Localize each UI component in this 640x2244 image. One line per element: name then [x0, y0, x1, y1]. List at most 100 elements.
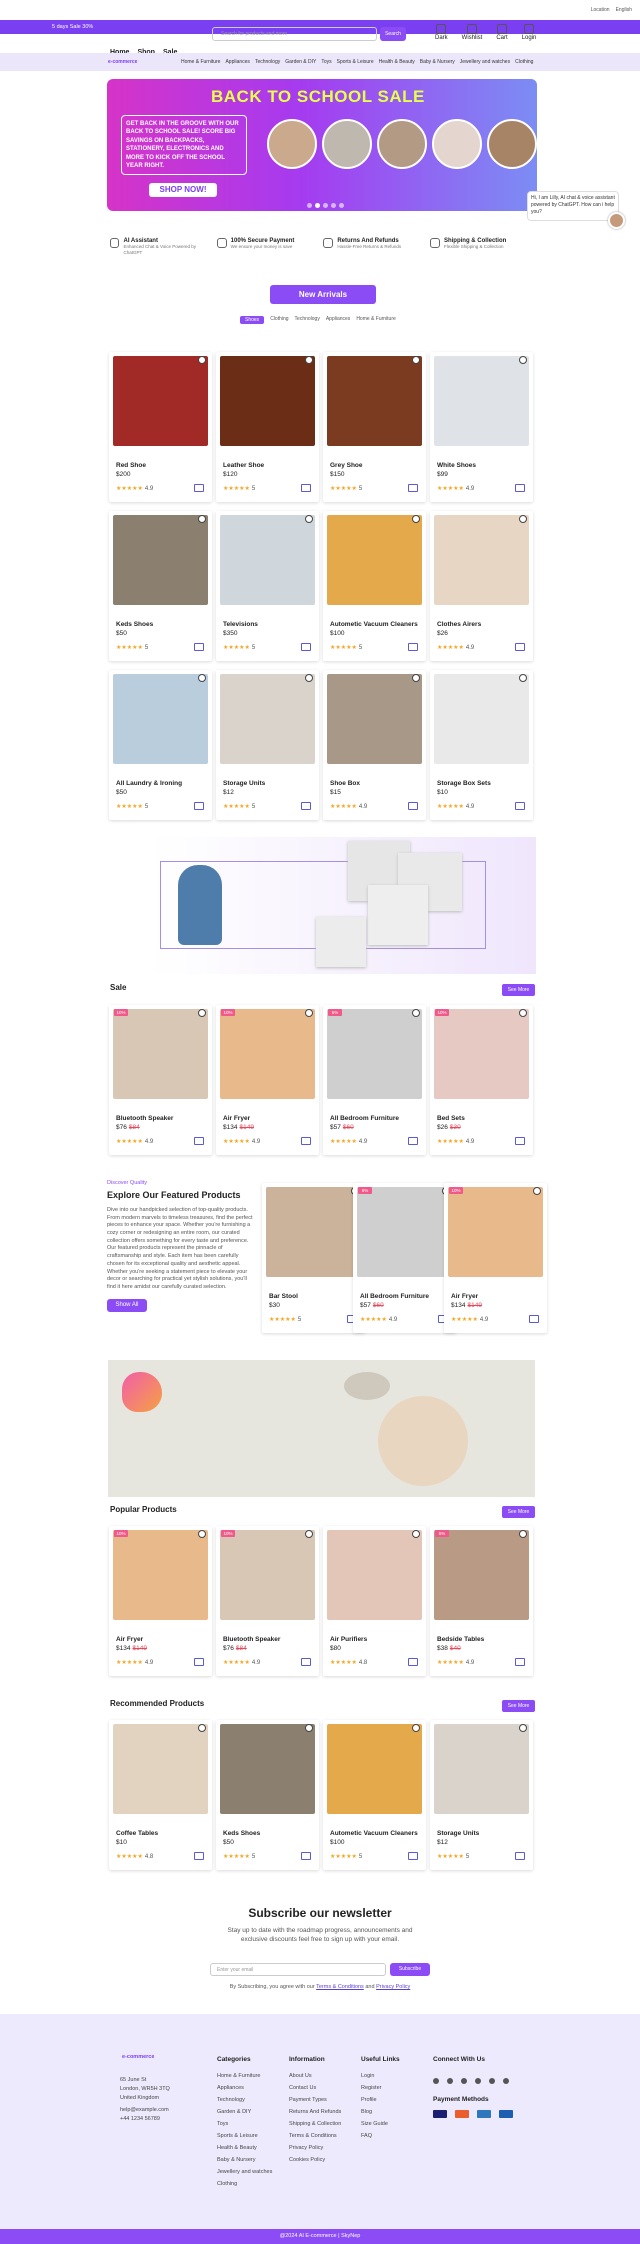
heart-icon[interactable]	[533, 1187, 541, 1195]
category-link[interactable]: Toys	[321, 59, 331, 65]
product-card[interactable]: Air Purifiers $80 ★★★★★ 4.8	[323, 1526, 426, 1676]
product-card[interactable]: Televisions $350 ★★★★★ 5	[216, 511, 319, 661]
product-image[interactable]	[357, 1187, 452, 1277]
language-select[interactable]: English	[616, 7, 632, 13]
heart-icon[interactable]	[305, 1530, 313, 1538]
heart-icon[interactable]	[412, 1530, 420, 1538]
heart-icon[interactable]	[412, 674, 420, 682]
facebook-icon[interactable]	[433, 2078, 439, 2084]
ai-chat-bubble[interactable]: Hi, I am Lilly, AI chat & voice assistan…	[527, 191, 619, 221]
product-name[interactable]: Coffee Tables	[116, 1830, 158, 1837]
footer-category-link[interactable]: Toys	[217, 2118, 272, 2130]
add-to-cart-icon[interactable]	[515, 484, 525, 492]
product-name[interactable]: Air Fryer	[451, 1293, 478, 1300]
product-name[interactable]: Air Fryer	[223, 1115, 250, 1122]
product-name[interactable]: Bed Sets	[437, 1115, 465, 1122]
heart-icon[interactable]	[412, 356, 420, 364]
add-to-cart-icon[interactable]	[301, 1137, 311, 1145]
category-link[interactable]: Garden & DIY	[285, 59, 316, 65]
add-to-cart-icon[interactable]	[515, 1852, 525, 1860]
product-card[interactable]: 10% Bluetooth Speaker $76 $84 ★★★★★ 4.9	[109, 1005, 212, 1155]
product-card[interactable]: Shoe Box $15 ★★★★★ 4.9	[323, 670, 426, 820]
product-card[interactable]: Keds Shoes $50 ★★★★★ 5	[216, 1720, 319, 1870]
heart-icon[interactable]	[519, 515, 527, 523]
product-name[interactable]: Red Shoe	[116, 462, 146, 469]
product-card[interactable]: Autometic Vacuum Cleaners $100 ★★★★★ 5	[323, 511, 426, 661]
product-image[interactable]	[327, 515, 422, 605]
product-name[interactable]: Storage Units	[223, 780, 265, 787]
footer-useful-link[interactable]: Size Guide	[361, 2118, 400, 2130]
tab-home-furniture[interactable]: Home & Furniture	[356, 316, 395, 324]
product-name[interactable]: Bar Stool	[269, 1293, 298, 1300]
carousel-dots[interactable]	[307, 203, 344, 208]
product-card[interactable]: All Laundry & Ironing $50 ★★★★★ 5	[109, 670, 212, 820]
product-name[interactable]: Air Purifiers	[330, 1636, 367, 1643]
product-name[interactable]: Air Fryer	[116, 1636, 143, 1643]
assistant-avatar[interactable]	[608, 212, 625, 229]
product-card[interactable]: 10% Bed Sets $26 $30 ★★★★★ 4.9	[430, 1005, 533, 1155]
search-input[interactable]: Search for products and more	[212, 27, 377, 41]
add-to-cart-icon[interactable]	[301, 1852, 311, 1860]
heart-icon[interactable]	[519, 1530, 527, 1538]
category-link[interactable]: Technology	[255, 59, 280, 65]
product-image[interactable]	[220, 674, 315, 764]
footer-useful-link[interactable]: FAQ	[361, 2130, 400, 2142]
terms-link[interactable]: Terms & Conditions	[316, 1984, 364, 1990]
heart-icon[interactable]	[519, 1009, 527, 1017]
heart-icon[interactable]	[519, 356, 527, 364]
product-name[interactable]: White Shoes	[437, 462, 476, 469]
heart-icon[interactable]	[305, 515, 313, 523]
product-card[interactable]: Clothes Airers $26 ★★★★★ 4.9	[430, 511, 533, 661]
product-image[interactable]	[113, 674, 208, 764]
product-name[interactable]: Bluetooth Speaker	[116, 1115, 173, 1122]
footer-category-link[interactable]: Jewellery and watches	[217, 2166, 272, 2178]
login-button[interactable]: Login	[522, 24, 536, 41]
product-card[interactable]: Storage Units $12 ★★★★★ 5	[430, 1720, 533, 1870]
category-link[interactable]: Appliances	[225, 59, 249, 65]
promo-banner-decor[interactable]	[108, 1360, 535, 1497]
add-to-cart-icon[interactable]	[194, 1852, 204, 1860]
product-image[interactable]	[113, 1009, 208, 1099]
product-card[interactable]: Grey Shoe $150 ★★★★★ 5	[323, 352, 426, 502]
youtube-icon[interactable]	[489, 2078, 495, 2084]
product-name[interactable]: All Bedroom Furniture	[330, 1115, 399, 1122]
heart-icon[interactable]	[198, 1724, 206, 1732]
product-name[interactable]: All Bedroom Furniture	[360, 1293, 429, 1300]
product-card[interactable]: 10% Air Fryer $134 $149 ★★★★★ 4.9	[216, 1005, 319, 1155]
heart-icon[interactable]	[198, 1530, 206, 1538]
product-name[interactable]: Autometic Vacuum Cleaners	[330, 621, 418, 628]
search-button[interactable]: Search	[380, 27, 406, 41]
add-to-cart-icon[interactable]	[408, 484, 418, 492]
product-name[interactable]: Keds Shoes	[223, 1830, 260, 1837]
tab-technology[interactable]: Technology	[295, 316, 320, 324]
add-to-cart-icon[interactable]	[529, 1315, 539, 1323]
footer-useful-link[interactable]: Register	[361, 2082, 400, 2094]
product-card[interactable]: Leather Shoe $120 ★★★★★ 5	[216, 352, 319, 502]
recommended-see-more-button[interactable]: See More	[502, 1700, 535, 1712]
product-image[interactable]	[448, 1187, 543, 1277]
footer-info-link[interactable]: Contact Us	[289, 2082, 341, 2094]
product-image[interactable]	[220, 356, 315, 446]
product-card[interactable]: 10% Air Fryer $134 $149 ★★★★★ 4.9	[444, 1183, 547, 1333]
add-to-cart-icon[interactable]	[515, 802, 525, 810]
heart-icon[interactable]	[519, 1724, 527, 1732]
product-card[interactable]: 5% All Bedroom Furniture $57 $60 ★★★★★ 4.9	[353, 1183, 456, 1333]
pinterest-icon[interactable]	[503, 2078, 509, 2084]
footer-category-link[interactable]: Garden & DIY	[217, 2106, 272, 2118]
footer-info-link[interactable]: Cookies Policy	[289, 2154, 341, 2166]
product-card[interactable]: Bar Stool $30 ★★★★★ 5	[262, 1183, 365, 1333]
footer-logo[interactable]: e-commerce	[122, 2054, 154, 2060]
new-arrivals-heading[interactable]: New Arrivals	[270, 285, 376, 304]
footer-info-link[interactable]: Returns And Refunds	[289, 2106, 341, 2118]
add-to-cart-icon[interactable]	[194, 1658, 204, 1666]
cart-button[interactable]: Cart	[496, 24, 508, 41]
show-all-button[interactable]: Show All	[107, 1298, 147, 1312]
footer-phone[interactable]: +44 1234 56789	[120, 2115, 170, 2124]
tiktok-icon[interactable]	[475, 2078, 481, 2084]
instagram-icon[interactable]	[447, 2078, 453, 2084]
heart-icon[interactable]	[519, 674, 527, 682]
newsletter-email-input[interactable]: Enter your email	[210, 1963, 386, 1976]
footer-useful-link[interactable]: Profile	[361, 2094, 400, 2106]
product-image[interactable]	[266, 1187, 361, 1277]
footer-category-link[interactable]: Appliances	[217, 2082, 272, 2094]
